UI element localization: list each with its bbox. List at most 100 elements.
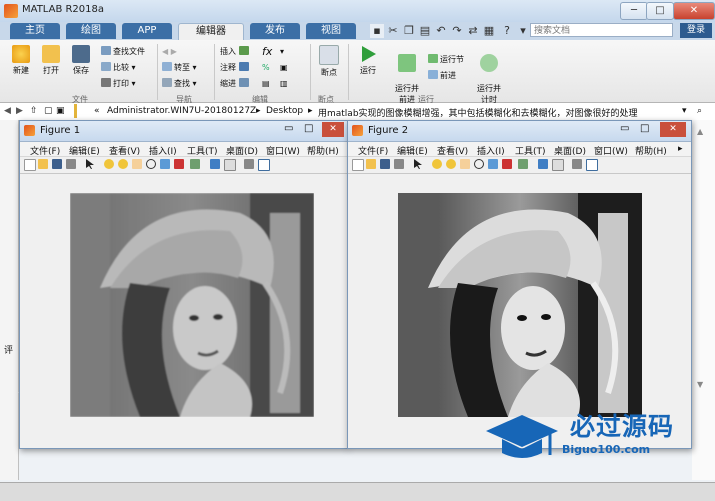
uncomment-icon[interactable]: % <box>262 62 270 74</box>
comment-button[interactable]: 注释 <box>220 62 251 74</box>
link-plot-icon[interactable] <box>190 159 200 169</box>
brush-icon[interactable] <box>174 159 184 169</box>
path-segment[interactable]: 用matlab实现的图像模糊增强，其中包括模糊化和去模糊化，对图像很好的处理 <box>318 106 678 119</box>
menu-tools[interactable]: 工具(T) <box>515 144 546 157</box>
close-button[interactable]: ✕ <box>673 2 715 20</box>
maximize-button[interactable]: □ <box>646 2 674 20</box>
pan-icon[interactable] <box>132 159 142 169</box>
show-plot-tools-icon[interactable] <box>586 159 598 171</box>
help-icon[interactable]: ? <box>500 24 514 38</box>
menu-edit[interactable]: 编辑(E) <box>69 144 100 157</box>
link-plot-icon[interactable] <box>518 159 528 169</box>
breakpoints-button[interactable]: 断点 <box>314 44 344 78</box>
advance-button[interactable]: 前进 <box>428 70 456 82</box>
zoom-out-icon[interactable] <box>446 159 456 169</box>
menu-overflow-icon[interactable]: ▸ <box>678 144 683 154</box>
switch-windows-icon[interactable]: ⇄ <box>466 24 480 38</box>
tab-view[interactable]: 视图 <box>306 23 356 39</box>
figure-maximize-button[interactable]: □ <box>304 123 313 134</box>
path-segment[interactable]: Desktop <box>266 106 303 116</box>
pane-expand-icon[interactable]: ▲ <box>697 127 703 136</box>
compare-button[interactable]: 比较 ▾ <box>101 62 136 74</box>
menu-edit[interactable]: 编辑(E) <box>397 144 428 157</box>
smart-indent-icon[interactable]: ▤ <box>262 78 270 90</box>
back-forward-buttons[interactable]: ◀ ▶ <box>162 46 177 58</box>
show-plot-tools-icon[interactable] <box>258 159 270 171</box>
path-search-icon[interactable]: ⌕ <box>697 106 702 116</box>
tab-apps[interactable]: APP <box>122 23 172 39</box>
pointer-icon[interactable] <box>414 159 422 169</box>
back-icon[interactable]: ◀ <box>4 106 11 116</box>
figure-minimize-button[interactable]: ▭ <box>620 123 629 134</box>
rotate-3d-icon[interactable] <box>474 159 484 169</box>
redo-quick-icon[interactable]: ↷ <box>450 24 464 38</box>
open-button[interactable]: 打开 <box>36 44 66 76</box>
menu-insert[interactable]: 插入(I) <box>149 144 177 157</box>
menu-view[interactable]: 查看(V) <box>109 144 140 157</box>
run-button[interactable]: 运行 <box>353 44 383 76</box>
menu-view[interactable]: 查看(V) <box>437 144 468 157</box>
open-file-icon[interactable] <box>38 159 48 169</box>
up-folder-icon[interactable]: ⇧ <box>30 106 38 116</box>
brush-icon[interactable] <box>502 159 512 169</box>
tab-home[interactable]: 主页 <box>10 23 60 39</box>
goto-button[interactable]: 转至 ▾ <box>162 62 197 74</box>
path-segment[interactable]: Administrator.WIN7U-20180127Z <box>107 106 256 116</box>
pointer-icon[interactable] <box>86 159 94 169</box>
menu-desktop[interactable]: 桌面(D) <box>226 144 258 157</box>
find-button[interactable]: 查找 ▾ <box>162 78 197 90</box>
data-cursor-icon[interactable] <box>488 159 498 169</box>
hide-plot-tools-icon[interactable] <box>572 159 582 169</box>
decrease-indent-icon[interactable]: ▥ <box>280 78 288 90</box>
menu-tools[interactable]: 工具(T) <box>187 144 218 157</box>
fx-icon[interactable]: fx <box>262 46 272 58</box>
find-files-button[interactable]: 查找文件 <box>101 46 145 58</box>
tab-editor[interactable]: 编辑器 <box>178 23 244 40</box>
rotate-3d-icon[interactable] <box>146 159 156 169</box>
figure-close-button[interactable]: ✕ <box>660 122 686 137</box>
cut-quick-icon[interactable]: ✂ <box>386 24 400 38</box>
wrap-comments-icon[interactable]: ▣ <box>280 62 288 74</box>
window-layout-icon[interactable]: ▦ <box>482 24 496 38</box>
search-input[interactable]: 搜索文档 <box>530 23 673 37</box>
menu-file[interactable]: 文件(F) <box>358 144 388 157</box>
tab-publish[interactable]: 发布 <box>250 23 300 39</box>
pane-collapse-icon[interactable]: ▼ <box>697 380 703 389</box>
colorbar-icon[interactable] <box>538 159 548 169</box>
copy-quick-icon[interactable]: ❐ <box>402 24 416 38</box>
minimize-button[interactable]: ─ <box>620 2 648 20</box>
menu-window[interactable]: 窗口(W) <box>266 144 300 157</box>
login-button[interactable]: 登录 <box>680 23 712 38</box>
legend-icon[interactable] <box>224 159 236 171</box>
print-figure-icon[interactable] <box>394 159 404 169</box>
menu-insert[interactable]: 插入(I) <box>477 144 505 157</box>
save-figure-icon[interactable] <box>52 159 62 169</box>
print-button[interactable]: 打印 ▾ <box>101 78 136 90</box>
run-time-button[interactable]: 运行并 计时 <box>472 44 506 105</box>
figure-minimize-button[interactable]: ▭ <box>284 123 293 134</box>
menu-desktop[interactable]: 桌面(D) <box>554 144 586 157</box>
zoom-in-icon[interactable] <box>432 159 442 169</box>
undo-quick-icon[interactable]: ↶ <box>434 24 448 38</box>
colorbar-icon[interactable] <box>210 159 220 169</box>
hide-plot-tools-icon[interactable] <box>244 159 254 169</box>
zoom-out-icon[interactable] <box>118 159 128 169</box>
menu-help[interactable]: 帮助(H) <box>635 144 667 157</box>
save-quick-icon[interactable]: ▪ <box>370 24 384 38</box>
new-figure-icon[interactable] <box>352 159 364 171</box>
new-figure-icon[interactable] <box>24 159 36 171</box>
save-figure-icon[interactable] <box>380 159 390 169</box>
path-dropdown-icon[interactable]: ▾ <box>682 106 687 116</box>
tab-plots[interactable]: 绘图 <box>66 23 116 39</box>
data-cursor-icon[interactable] <box>160 159 170 169</box>
indent-button[interactable]: 缩进 <box>220 78 251 90</box>
insert-button[interactable]: 插入 <box>220 46 251 58</box>
browse-folder-icon[interactable]: ▢ <box>44 106 53 116</box>
menu-help[interactable]: 帮助(H) <box>307 144 339 157</box>
save-button[interactable]: 保存 <box>66 44 96 76</box>
run-section-button[interactable]: 运行节 <box>428 54 464 66</box>
print-figure-icon[interactable] <box>66 159 76 169</box>
menu-window[interactable]: 窗口(W) <box>594 144 628 157</box>
options-icon[interactable]: ▾ <box>516 24 530 38</box>
forward-icon[interactable]: ▶ <box>16 106 23 116</box>
